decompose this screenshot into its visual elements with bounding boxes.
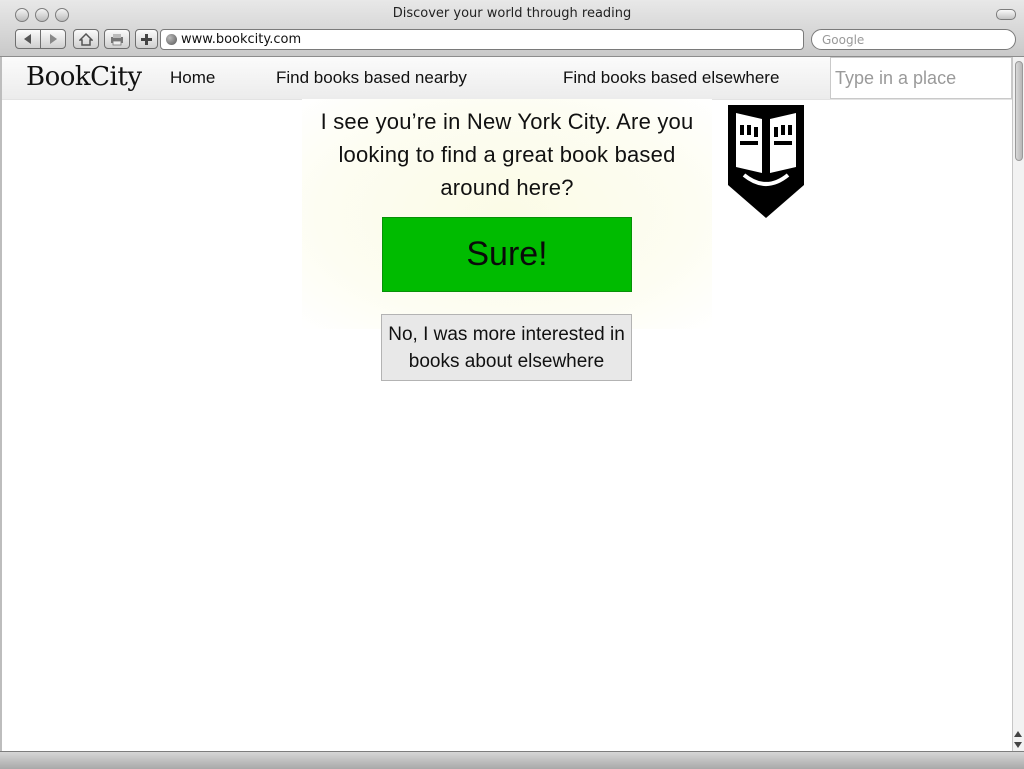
print-button[interactable] [104,29,130,49]
elsewhere-button[interactable]: No, I was more interested in books about… [381,314,632,381]
home-button[interactable] [73,29,99,49]
plus-icon [141,33,152,45]
site-navbar: BookCity Home Find books based nearby Fi… [2,57,1012,100]
place-search-box[interactable] [830,57,1012,99]
location-question: I see you’re in New York City. Are you l… [320,109,694,200]
address-bar[interactable] [160,29,804,50]
sure-button[interactable]: Sure! [382,217,632,292]
url-input[interactable] [181,31,791,48]
site-logo-text[interactable]: BookCity [26,62,142,92]
add-bookmark-button[interactable] [135,29,158,49]
window-title: Discover your world through reading [392,6,632,21]
window-left-edge [0,57,2,751]
scrollbar-thumb[interactable] [1015,61,1023,161]
vertical-scrollbar[interactable] [1012,57,1024,751]
nav-link-elsewhere[interactable]: Find books based elsewhere [563,68,779,88]
home-icon [79,32,93,46]
browser-titlebar: Discover your world through reading [0,0,1024,57]
window-bottom-bar [0,751,1024,769]
browser-search-input[interactable] [822,31,1007,48]
globe-icon [166,34,177,45]
place-input[interactable] [835,67,1005,89]
toolbar-toggle-icon[interactable] [996,9,1016,20]
forward-arrow-icon [50,34,57,44]
nav-link-home[interactable]: Home [170,68,215,88]
browser-search[interactable] [811,29,1016,50]
scroll-up-arrow-icon[interactable] [1014,731,1022,737]
nav-link-nearby[interactable]: Find books based nearby [276,68,467,88]
open-book-shield-icon [728,105,804,218]
back-button[interactable] [15,29,41,49]
back-arrow-icon [24,34,31,44]
forward-button[interactable] [40,29,66,49]
print-icon [111,33,123,45]
scroll-down-arrow-icon[interactable] [1014,742,1022,748]
